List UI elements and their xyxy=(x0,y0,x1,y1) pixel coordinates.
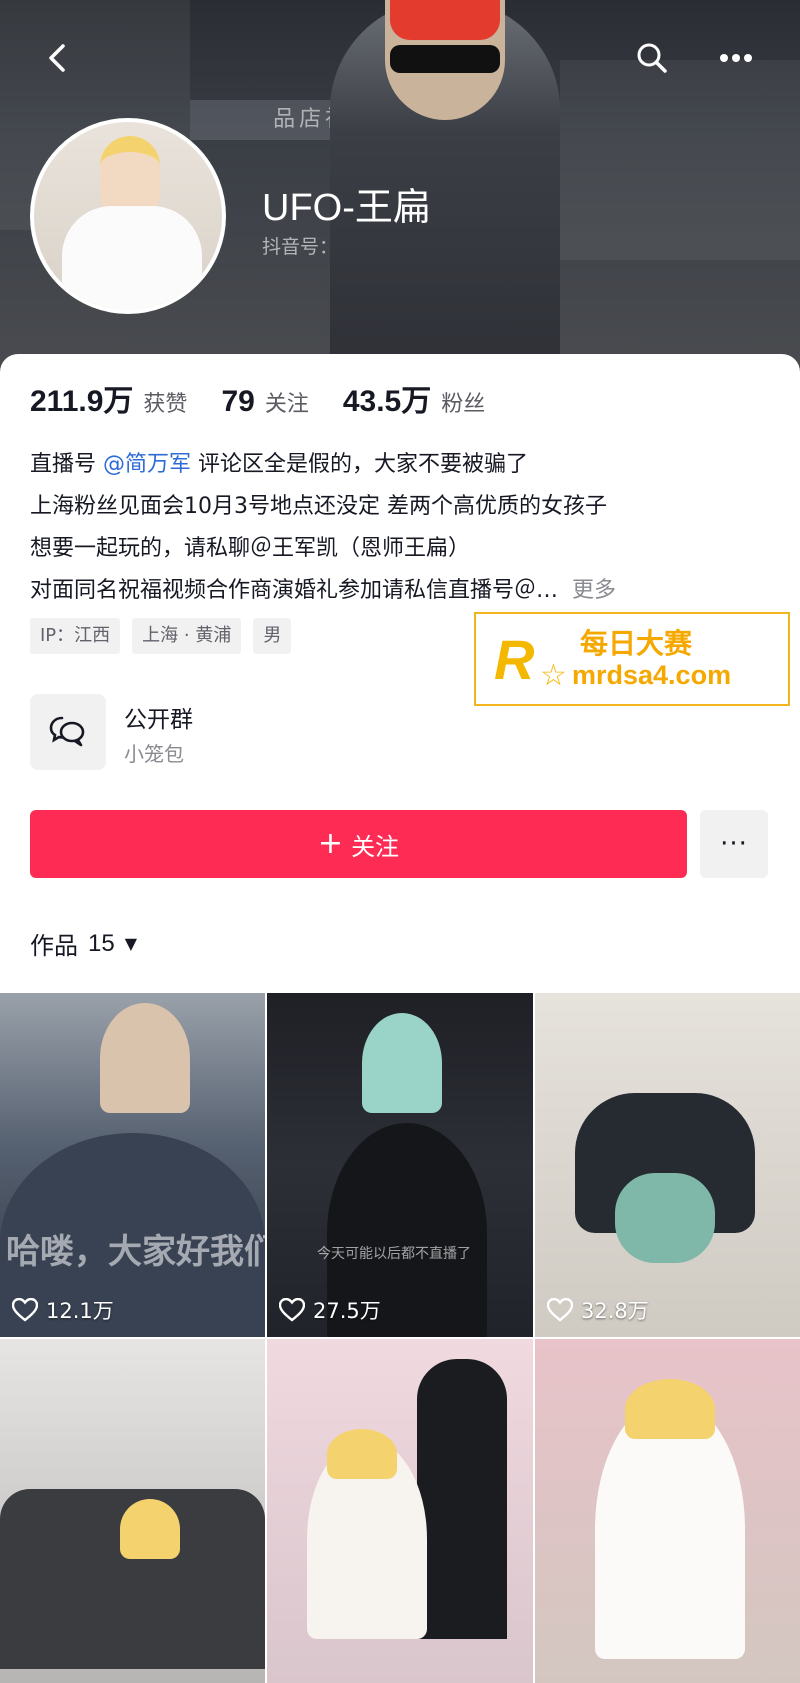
bio-text: 对面同名祝福视频合作商演婚礼参加请私信直播号＠… xyxy=(30,578,559,603)
video-likes-count: 32.8万 xyxy=(581,1299,649,1323)
profile-bio: 直播号 @简万军 评论区全是假的，大家不要被骗了 上海粉丝见面会10月3号地点还… xyxy=(30,444,780,612)
bio-line: 上海粉丝见面会10月3号地点还没定 差两个高优质的女孩子 xyxy=(30,494,607,519)
city-tag: 上海 · 黄浦 xyxy=(132,618,242,654)
watermark-banner: R ☆ 每日大赛 mrdsa4.com xyxy=(474,612,790,706)
thumb-figure xyxy=(100,1003,190,1113)
video-overlay-text: 哈喽，大家好我们 xyxy=(6,1232,265,1272)
fans-label[interactable]: 粉丝 xyxy=(441,386,485,418)
cover-person-glasses xyxy=(390,45,500,73)
chevron-left-icon xyxy=(49,44,65,72)
heart-icon xyxy=(12,1298,38,1322)
search-icon xyxy=(637,43,667,73)
video-grid: 哈喽，大家好我们 12.1万 今天可能以后都不直播了 27.5万 32.8万 xyxy=(0,993,800,1683)
video-thumbnail[interactable]: 今天可能以后都不直播了 27.5万 xyxy=(267,993,533,1337)
heart-icon xyxy=(547,1298,573,1322)
works-count: 15 xyxy=(88,929,115,957)
video-thumbnail[interactable]: 32.8万 xyxy=(535,993,800,1337)
fans-count[interactable]: 43.5万 xyxy=(343,376,431,420)
video-likes: 27.5万 xyxy=(279,1295,381,1325)
video-thumbnail[interactable] xyxy=(535,1339,800,1683)
heart-icon xyxy=(279,1298,305,1322)
back-button[interactable] xyxy=(36,36,80,80)
caret-down-icon: ▼ xyxy=(124,934,138,953)
douyin-id-label: 抖音号： xyxy=(262,236,339,258)
bio-mention-link[interactable]: @简万军 xyxy=(103,452,191,477)
follow-label: 关注 xyxy=(351,832,400,861)
thumb-figure-hair xyxy=(327,1429,397,1479)
likes-label: 获赞 xyxy=(143,392,188,417)
thumb-figure-hair xyxy=(120,1499,180,1559)
thumb-figure-back xyxy=(417,1359,507,1639)
cover-building xyxy=(560,60,800,260)
bio-line: 想要一起玩的，请私聊＠王军凯（恩师王扁） xyxy=(30,536,471,561)
star-icon: ☆ xyxy=(540,658,567,693)
more-horizontal-icon xyxy=(720,54,752,62)
bio-line: 直播号 @简万军 评论区全是假的，大家不要被骗了 xyxy=(30,444,780,486)
gender-tag: 男 xyxy=(253,618,292,654)
likes-count: 211.9万 xyxy=(30,385,134,418)
bio-text: 评论区全是假的，大家不要被骗了 xyxy=(191,452,529,477)
tab-works[interactable]: 作品 15 ▼ xyxy=(30,926,137,961)
plus-icon: + xyxy=(317,826,344,861)
avatar-body xyxy=(62,206,202,310)
profile-stats: 211.9万 获赞 79 关注 43.5万 粉丝 xyxy=(30,376,519,420)
search-button[interactable] xyxy=(630,36,674,80)
following-count[interactable]: 79 xyxy=(221,385,254,419)
video-likes-count: 27.5万 xyxy=(313,1299,381,1323)
group-subtitle: 小笼包 xyxy=(124,742,184,766)
video-likes: 12.1万 xyxy=(12,1295,114,1325)
avatar[interactable] xyxy=(30,118,226,314)
video-thumbnail[interactable] xyxy=(267,1339,533,1683)
cover-person-mask xyxy=(390,0,500,40)
public-group-entry[interactable]: 公开群 小笼包 xyxy=(30,694,530,772)
following-label[interactable]: 关注 xyxy=(265,386,309,418)
video-likes: 32.8万 xyxy=(547,1295,649,1325)
more-actions-button[interactable]: ··· xyxy=(700,810,768,878)
video-likes-count: 12.1万 xyxy=(46,1299,114,1323)
watermark-url: mrdsa4.com xyxy=(572,660,732,690)
bio-more-link[interactable]: 更多 xyxy=(572,578,616,603)
group-title: 公开群 xyxy=(124,707,193,733)
thumb-figure-hair xyxy=(362,1013,442,1113)
follow-button[interactable]: + 关注 xyxy=(30,810,687,878)
more-button[interactable] xyxy=(714,36,758,80)
bio-line: 对面同名祝福视频合作商演婚礼参加请私信直播号＠… 更多 xyxy=(30,570,780,612)
bio-text: 直播号 xyxy=(30,452,103,477)
video-thumbnail[interactable] xyxy=(0,1339,265,1683)
video-caption: 今天可能以后都不直播了 xyxy=(317,1246,471,1262)
chat-bubbles-icon xyxy=(30,694,106,770)
video-thumbnail[interactable]: 哈喽，大家好我们 12.1万 xyxy=(0,993,265,1337)
profile-tags: IP：江西 上海 · 黄浦 男 xyxy=(30,618,303,654)
profile-name: UFO-王扁 xyxy=(262,187,431,229)
thumb-figure-hair xyxy=(625,1379,715,1439)
watermark-name: 每日大赛 xyxy=(580,627,693,660)
ip-location-tag: IP：江西 xyxy=(30,618,121,654)
works-label: 作品 xyxy=(30,932,78,960)
thumb-figure-hair xyxy=(615,1173,715,1263)
